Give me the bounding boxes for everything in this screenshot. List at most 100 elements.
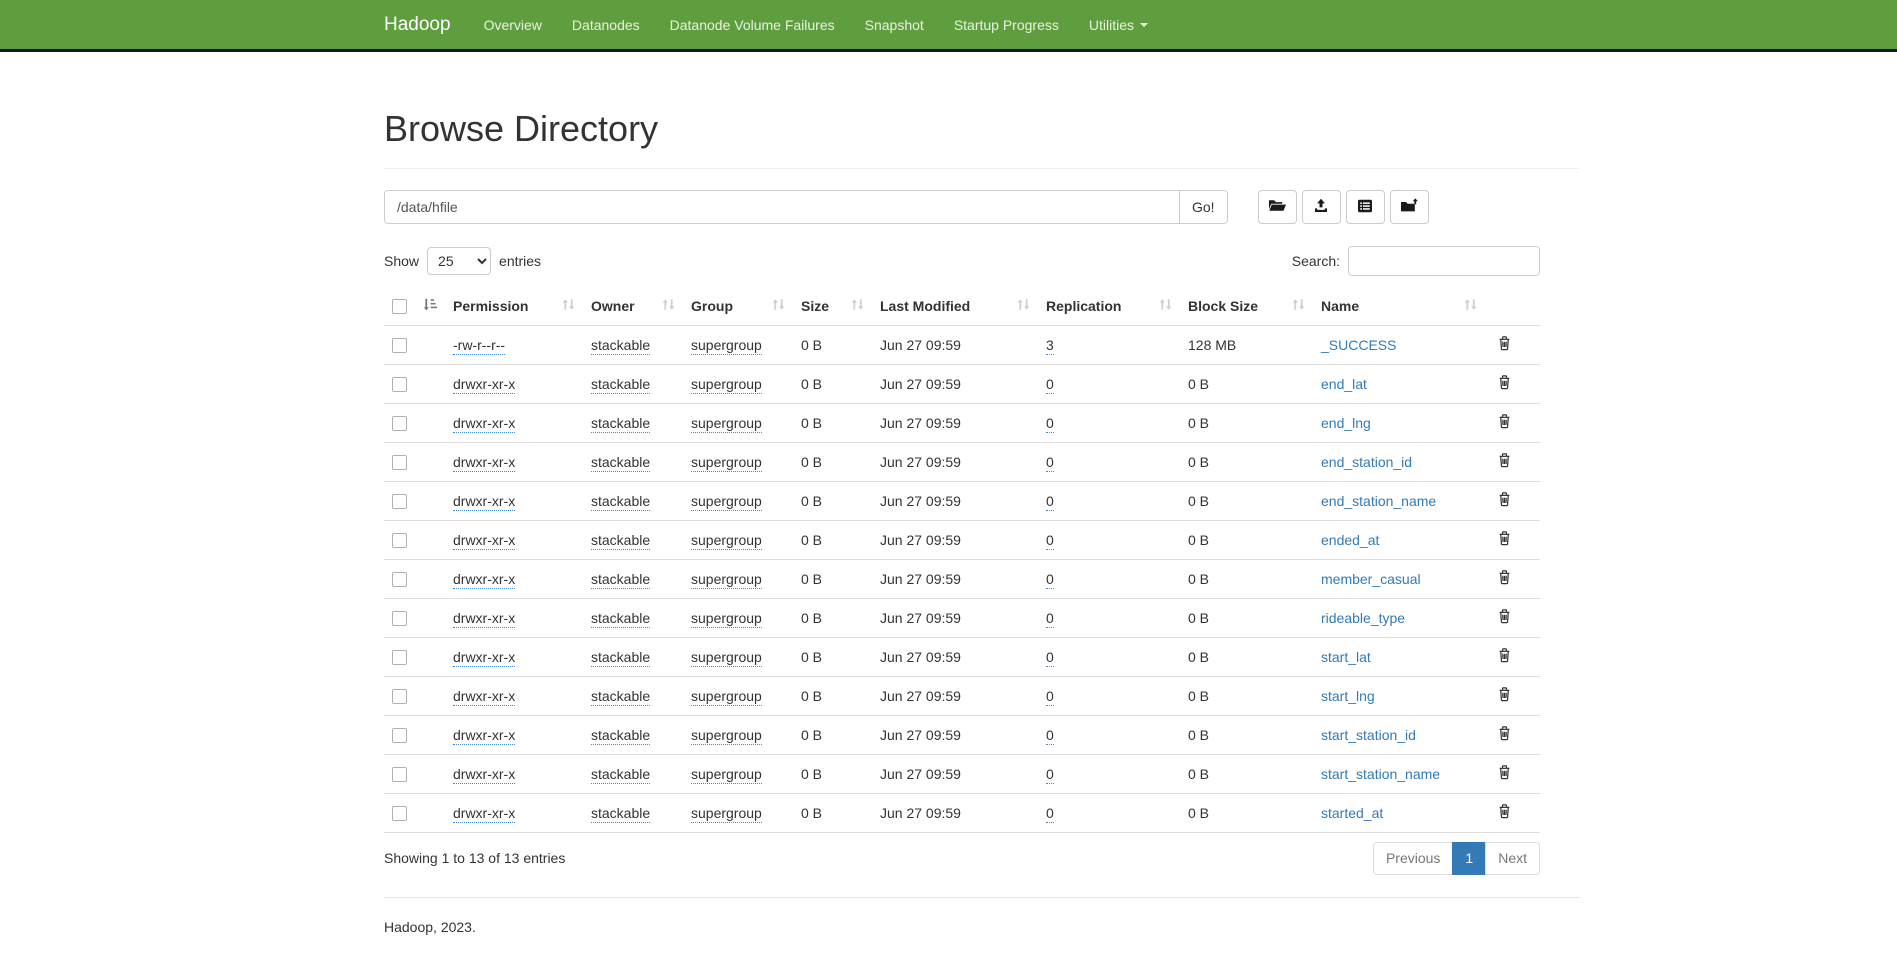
- permission-cell[interactable]: drwxr-xr-x: [453, 727, 515, 745]
- replication-cell[interactable]: 0: [1046, 571, 1054, 589]
- permission-cell[interactable]: drwxr-xr-x: [453, 415, 515, 433]
- owner-cell[interactable]: stackable: [591, 649, 650, 667]
- column-header-last-modified[interactable]: Last Modified: [872, 288, 1038, 325]
- row-checkbox[interactable]: [392, 455, 407, 470]
- group-cell[interactable]: supergroup: [691, 610, 762, 628]
- replication-cell[interactable]: 0: [1046, 727, 1054, 745]
- replication-cell[interactable]: 0: [1046, 688, 1054, 706]
- column-header-owner[interactable]: Owner: [583, 288, 683, 325]
- group-cell[interactable]: supergroup: [691, 766, 762, 784]
- owner-cell[interactable]: stackable: [591, 337, 650, 355]
- group-cell[interactable]: supergroup: [691, 805, 762, 823]
- create-directory-button[interactable]: [1258, 190, 1297, 224]
- delete-file-button[interactable]: [1493, 335, 1512, 354]
- delete-file-button[interactable]: [1493, 608, 1512, 627]
- nav-item[interactable]: Overview: [469, 17, 557, 33]
- group-cell[interactable]: supergroup: [691, 727, 762, 745]
- permission-cell[interactable]: drwxr-xr-x: [453, 688, 515, 706]
- owner-cell[interactable]: stackable: [591, 376, 650, 394]
- nav-item[interactable]: Datanodes: [557, 17, 655, 33]
- file-link[interactable]: end_station_name: [1321, 493, 1436, 509]
- column-header-name[interactable]: Name: [1313, 288, 1485, 325]
- file-link[interactable]: started_at: [1321, 805, 1383, 821]
- nav-item[interactable]: Datanode Volume Failures: [655, 17, 850, 33]
- page-1-button[interactable]: 1: [1452, 842, 1486, 876]
- owner-cell[interactable]: stackable: [591, 766, 650, 784]
- row-checkbox[interactable]: [392, 533, 407, 548]
- owner-cell[interactable]: stackable: [591, 688, 650, 706]
- owner-cell[interactable]: stackable: [591, 415, 650, 433]
- next-page-button[interactable]: Next: [1485, 842, 1540, 876]
- delete-file-button[interactable]: [1493, 569, 1512, 588]
- delete-file-button[interactable]: [1493, 491, 1512, 510]
- group-cell[interactable]: supergroup: [691, 571, 762, 589]
- row-checkbox[interactable]: [392, 611, 407, 626]
- file-link[interactable]: _SUCCESS: [1321, 337, 1396, 353]
- permission-cell[interactable]: drwxr-xr-x: [453, 805, 515, 823]
- owner-cell[interactable]: stackable: [591, 805, 650, 823]
- group-cell[interactable]: supergroup: [691, 415, 762, 433]
- replication-cell[interactable]: 0: [1046, 532, 1054, 550]
- directory-path-input[interactable]: [384, 190, 1180, 224]
- nav-item[interactable]: Startup Progress: [939, 17, 1074, 33]
- replication-cell[interactable]: 0: [1046, 805, 1054, 823]
- row-checkbox[interactable]: [392, 728, 407, 743]
- row-checkbox[interactable]: [392, 806, 407, 821]
- permission-cell[interactable]: drwxr-xr-x: [453, 766, 515, 784]
- replication-cell[interactable]: 0: [1046, 493, 1054, 511]
- file-link[interactable]: ended_at: [1321, 532, 1379, 548]
- file-link[interactable]: start_station_name: [1321, 766, 1440, 782]
- permission-cell[interactable]: drwxr-xr-x: [453, 571, 515, 589]
- file-link[interactable]: start_lat: [1321, 649, 1371, 665]
- permission-cell[interactable]: -rw-r--r--: [453, 337, 505, 355]
- file-link[interactable]: end_station_id: [1321, 454, 1412, 470]
- group-cell[interactable]: supergroup: [691, 493, 762, 511]
- column-header-select[interactable]: [384, 288, 445, 325]
- permission-cell[interactable]: drwxr-xr-x: [453, 454, 515, 472]
- replication-cell[interactable]: 0: [1046, 649, 1054, 667]
- row-checkbox[interactable]: [392, 377, 407, 392]
- group-cell[interactable]: supergroup: [691, 688, 762, 706]
- previous-page-button[interactable]: Previous: [1373, 842, 1453, 876]
- group-cell[interactable]: supergroup: [691, 376, 762, 394]
- row-checkbox[interactable]: [392, 572, 407, 587]
- nav-item-utilities[interactable]: Utilities: [1074, 17, 1163, 33]
- owner-cell[interactable]: stackable: [591, 727, 650, 745]
- delete-file-button[interactable]: [1493, 647, 1512, 666]
- file-link[interactable]: end_lng: [1321, 415, 1371, 431]
- group-cell[interactable]: supergroup: [691, 649, 762, 667]
- replication-cell[interactable]: 0: [1046, 415, 1054, 433]
- owner-cell[interactable]: stackable: [591, 454, 650, 472]
- owner-cell[interactable]: stackable: [591, 610, 650, 628]
- app-brand[interactable]: Hadoop: [384, 14, 451, 36]
- file-link[interactable]: start_station_id: [1321, 727, 1416, 743]
- permission-cell[interactable]: drwxr-xr-x: [453, 649, 515, 667]
- row-checkbox[interactable]: [392, 650, 407, 665]
- delete-file-button[interactable]: [1493, 374, 1512, 393]
- group-cell[interactable]: supergroup: [691, 454, 762, 472]
- column-header-replication[interactable]: Replication: [1038, 288, 1180, 325]
- file-link[interactable]: start_lng: [1321, 688, 1375, 704]
- search-input[interactable]: [1348, 246, 1540, 276]
- page-size-select[interactable]: 25: [427, 247, 491, 275]
- owner-cell[interactable]: stackable: [591, 493, 650, 511]
- file-list-button[interactable]: [1346, 190, 1385, 224]
- file-link[interactable]: member_casual: [1321, 571, 1421, 587]
- group-cell[interactable]: supergroup: [691, 532, 762, 550]
- replication-cell[interactable]: 0: [1046, 766, 1054, 784]
- select-all-checkbox[interactable]: [392, 299, 407, 314]
- permission-cell[interactable]: drwxr-xr-x: [453, 376, 515, 394]
- column-header-group[interactable]: Group: [683, 288, 793, 325]
- permission-cell[interactable]: drwxr-xr-x: [453, 493, 515, 511]
- column-header-permission[interactable]: Permission: [445, 288, 583, 325]
- file-link[interactable]: rideable_type: [1321, 610, 1405, 626]
- delete-file-button[interactable]: [1493, 530, 1512, 549]
- owner-cell[interactable]: stackable: [591, 532, 650, 550]
- row-checkbox[interactable]: [392, 689, 407, 704]
- row-checkbox[interactable]: [392, 338, 407, 353]
- permission-cell[interactable]: drwxr-xr-x: [453, 532, 515, 550]
- column-header-block-size[interactable]: Block Size: [1180, 288, 1313, 325]
- replication-cell[interactable]: 0: [1046, 454, 1054, 472]
- row-checkbox[interactable]: [392, 494, 407, 509]
- replication-cell[interactable]: 3: [1046, 337, 1054, 355]
